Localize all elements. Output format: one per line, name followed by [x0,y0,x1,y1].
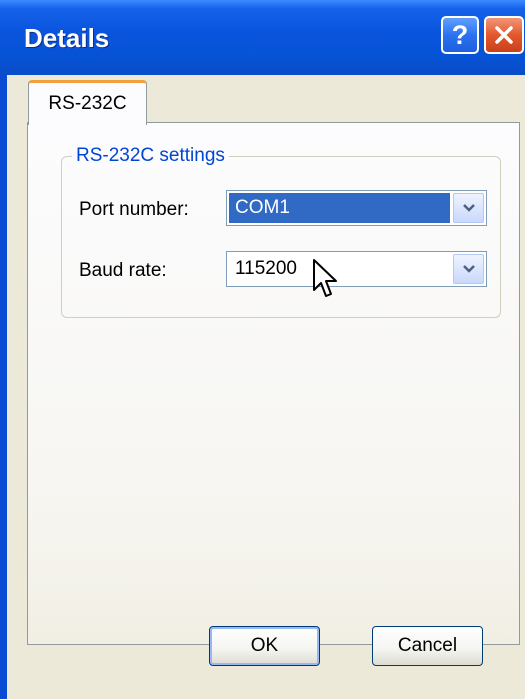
title-bar[interactable]: Details ? [0,0,525,75]
close-x-icon [495,26,513,44]
port-number-value: COM1 [229,193,450,223]
chevron-down-icon [462,265,475,273]
tab-label: RS-232C [48,93,127,114]
arrow-pointer-icon [313,259,337,297]
port-number-select[interactable]: COM1 [226,190,487,226]
question-mark-icon: ? [451,19,469,50]
rs232c-settings-group [61,156,501,318]
window-title: Details [24,23,110,53]
cancel-button-label: Cancel [397,635,458,656]
ok-button[interactable]: OK [209,626,320,666]
help-button[interactable]: ? [441,16,479,54]
chevron-down-icon [462,204,475,212]
close-button[interactable] [484,16,524,54]
baud-rate-select[interactable]: 115200 [226,251,487,287]
tab-rs232c[interactable]: RS-232C [28,80,147,125]
ok-button-label: OK [250,635,279,656]
details-dialog: Details ? RS-232C RS-232C settings Port … [0,0,525,699]
port-number-dropdown-button[interactable] [453,193,484,223]
port-number-label: Port number: [79,199,189,220]
baud-rate-label: Baud rate: [79,260,167,281]
group-legend: RS-232C settings [72,145,229,167]
baud-rate-dropdown-button[interactable] [453,254,484,284]
cancel-button[interactable]: Cancel [372,626,483,666]
